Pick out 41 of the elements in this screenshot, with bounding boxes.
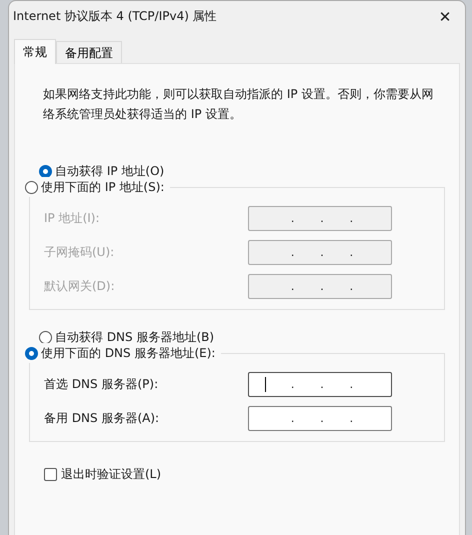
octet-separator: .: [320, 246, 324, 259]
octet-separator: .: [290, 212, 294, 225]
radio-label: 自动获得 DNS 服务器地址(B): [55, 328, 214, 346]
radio-label: 使用下面的 IP 地址(S):: [41, 178, 164, 196]
description-text: 如果网络支持此功能，则可以获取自动指派的 IP 设置。否则，你需要从网络系统管理员处获得适当的 IP 设置。: [43, 86, 434, 123]
checkbox[interactable]: [44, 468, 57, 480]
checkbox-option[interactable]: 退出时验证设置(L): [44, 464, 445, 484]
ip-address-field[interactable]: . . .: [248, 406, 392, 431]
radio-button[interactable]: [39, 164, 52, 178]
field-label: IP 地址(I):: [44, 210, 100, 227]
radio-option[interactable]: 使用下面的 IP 地址(S):: [25, 177, 170, 197]
octet-separator: .: [290, 280, 294, 293]
radio-button[interactable]: [25, 180, 38, 194]
octet-separator: .: [350, 212, 354, 225]
field-label: 备用 DNS 服务器(A):: [44, 410, 160, 427]
radio-button[interactable]: [39, 330, 52, 344]
window-title: Internet 协议版本 4 (TCP/IPv4) 属性: [13, 8, 217, 25]
octet-separator: .: [350, 412, 354, 425]
text-cursor: [265, 377, 266, 392]
octet-separator: .: [350, 246, 354, 259]
tab[interactable]: 备用配置: [56, 41, 122, 63]
radio-option[interactable]: 使用下面的 DNS 服务器地址(E):: [25, 343, 222, 363]
checkbox-label: 退出时验证设置(L): [61, 466, 162, 482]
radio-label: 自动获得 IP 地址(O): [55, 162, 164, 180]
octet-separator: .: [350, 378, 354, 391]
ip-address-field[interactable]: . . .: [248, 372, 392, 397]
octet-separator: .: [320, 378, 324, 391]
close-button[interactable]: ✕: [425, 1, 465, 32]
field-label: 子网掩码(U):: [44, 244, 114, 261]
octet-separator: .: [320, 412, 324, 425]
field-label: 默认网关(D):: [44, 278, 115, 295]
radio-label: 使用下面的 DNS 服务器地址(E):: [41, 344, 216, 362]
field-label: 首选 DNS 服务器(P):: [44, 376, 158, 393]
radio-button[interactable]: [25, 346, 38, 360]
octet-separator: .: [320, 212, 324, 225]
octet-separator: .: [290, 412, 294, 425]
tab[interactable]: 常规: [14, 39, 56, 64]
octet-separator: .: [320, 280, 324, 293]
octet-separator: .: [350, 280, 354, 293]
octet-separator: .: [290, 246, 294, 259]
octet-separator: .: [290, 378, 294, 391]
